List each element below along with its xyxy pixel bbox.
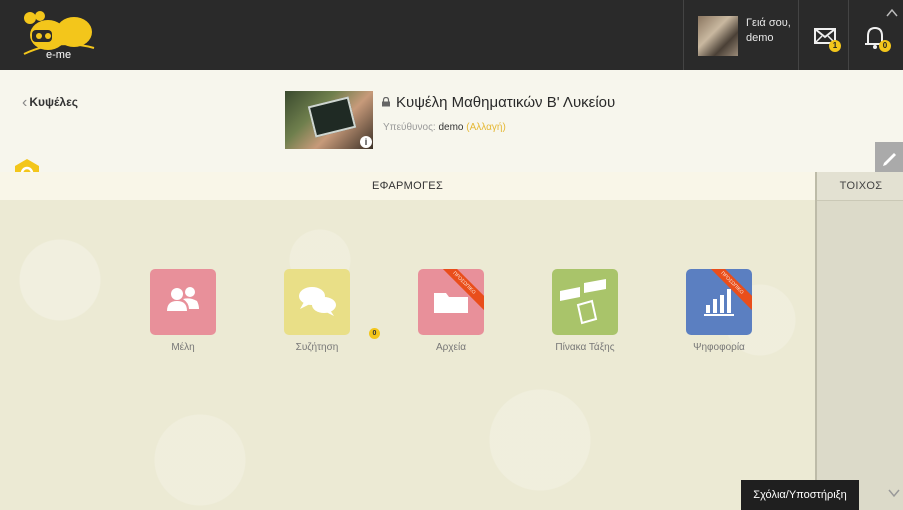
tablet-image <box>307 96 357 138</box>
app-label: Μέλη <box>171 342 195 353</box>
owner-name: demo <box>438 122 464 133</box>
app-label: Πίνακα Τάξης <box>555 342 615 353</box>
class-owner: Υπεύθυνος: demo (Αλλαγή) <box>383 122 506 133</box>
e-me-logo[interactable]: e-me <box>18 8 98 64</box>
lock-icon <box>382 97 390 107</box>
app-label: Ψηφοφορία <box>693 342 745 353</box>
app-poll[interactable]: ΠΡΟΣΩΠΙΚΟ Ψηφοφορία <box>674 269 764 353</box>
discussion-icon <box>299 287 336 316</box>
app-label: Αρχεία <box>435 342 467 353</box>
info-icon[interactable]: i <box>360 136 372 148</box>
user-menu[interactable]: Γειά σου, demo <box>690 0 798 70</box>
app-discussion[interactable]: Συζήτηση <box>272 269 362 353</box>
app-classboard[interactable]: Πίνακα Τάξης <box>540 269 630 353</box>
class-thumbnail: i <box>285 91 373 149</box>
app-members[interactable]: Μέλη <box>138 269 228 353</box>
app-tile[interactable] <box>150 269 216 335</box>
discussion-badge: 0 <box>369 328 380 339</box>
change-owner-link[interactable]: (Αλλαγή) <box>466 122 506 133</box>
classboard-icon <box>560 279 606 325</box>
notifications-badge: 0 <box>879 40 891 52</box>
divider <box>848 0 849 70</box>
divider <box>798 0 799 70</box>
members-icon <box>167 287 199 311</box>
edit-button[interactable] <box>875 142 903 172</box>
back-label: Κυψέλες <box>29 95 79 109</box>
scroll-up-icon[interactable] <box>885 6 899 20</box>
folder-icon <box>434 293 468 313</box>
wall-title[interactable]: ΤΟΙΧΟΣ <box>817 172 903 201</box>
app-tile[interactable]: ΠΡΟΣΩΠΙΚΟ <box>686 269 752 335</box>
top-bar: e-me Γειά σου, demo 1 0 <box>0 0 903 70</box>
wall-panel: ΤΟΙΧΟΣ <box>815 172 903 510</box>
user-greeting: Γειά σου, demo <box>746 16 791 46</box>
app-files[interactable]: ΠΡΟΣΩΠΙΚΟ Αρχεία <box>406 269 496 353</box>
pencil-icon <box>883 153 896 166</box>
app-tile[interactable] <box>552 269 618 335</box>
user-name: demo <box>746 32 774 44</box>
messages-badge: 1 <box>829 40 841 52</box>
messages-button[interactable]: 1 <box>809 20 843 54</box>
avatar[interactable] <box>698 16 738 56</box>
divider <box>683 0 684 70</box>
poll-icon <box>704 289 734 316</box>
class-header: ‹ Κυψέλες i Κυψέλη Μαθηματικών Β' Λυκείου… <box>0 70 903 172</box>
app-label: Συζήτηση <box>295 342 339 353</box>
scroll-down-icon[interactable] <box>887 486 901 500</box>
app-tile[interactable]: ΠΡΟΣΩΠΙΚΟ <box>418 269 484 335</box>
feedback-support-button[interactable]: Σχόλια/Υποστήριξη <box>741 480 859 510</box>
app-tile[interactable] <box>284 269 350 335</box>
chevron-left-icon: ‹ <box>22 94 28 111</box>
notifications-button[interactable]: 0 <box>858 20 892 54</box>
class-title: Κυψέλη Μαθηματικών Β' Λυκείου <box>396 94 616 111</box>
apps-section-title: ΕΦΑΡΜΟΓΕΣ <box>0 172 815 201</box>
back-to-hives-link[interactable]: ‹ Κυψέλες <box>22 93 78 111</box>
owner-label: Υπεύθυνος: <box>383 122 436 133</box>
svg-text:e-me: e-me <box>46 49 71 61</box>
greeting-text: Γειά σου, <box>746 17 791 29</box>
apps-area <box>0 200 815 510</box>
